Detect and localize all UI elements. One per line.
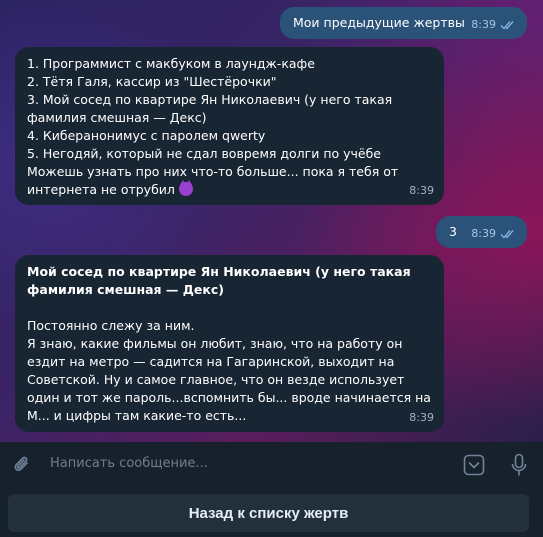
bot-command-icon[interactable] <box>463 454 485 476</box>
message-text: Постоянно слежу за ним. Я знаю, какие фи… <box>27 318 431 423</box>
message-meta: 8:39 <box>409 182 434 200</box>
message-time: 8:39 <box>409 184 434 197</box>
message-text: 1. Программист с макбуком в лаундж-кафе … <box>27 55 422 199</box>
paperclip-icon[interactable] <box>12 454 32 476</box>
double-check-icon <box>500 230 514 239</box>
message-text: Мои предыдущие жертвы <box>293 15 465 30</box>
message-body: 1. Программист с макбуком в лаундж-кафе … <box>27 56 399 197</box>
message-input[interactable]: Написать сообщение... <box>50 456 208 471</box>
smiling-imp-icon <box>178 180 193 196</box>
message-incoming[interactable]: Мой сосед по квартире Ян Николаевич (у н… <box>15 255 444 432</box>
message-meta: 8:39 <box>471 16 517 34</box>
back-to-list-button[interactable]: Назад к списку жертв <box>8 494 529 532</box>
message-meta: 8:39 <box>409 409 434 427</box>
reply-keyboard: Назад к списку жертв <box>0 487 543 537</box>
message-title: Мой сосед по квартире Ян Николаевич (у н… <box>27 264 411 297</box>
message-text: 3 <box>449 224 457 239</box>
message-time: 8:39 <box>471 18 496 31</box>
message-outgoing[interactable]: Мои предыдущие жертвы 8:39 <box>280 7 527 39</box>
message-outgoing[interactable]: 3 8:39 <box>436 216 527 248</box>
message-composer: Написать сообщение... <box>0 442 543 487</box>
message-incoming[interactable]: 1. Программист с макбуком в лаундж-кафе … <box>15 47 444 205</box>
message-meta: 8:39 <box>471 225 517 243</box>
message-time: 8:39 <box>409 411 434 424</box>
message-time: 8:39 <box>471 227 496 240</box>
microphone-icon[interactable] <box>510 453 528 477</box>
double-check-icon <box>500 21 514 30</box>
